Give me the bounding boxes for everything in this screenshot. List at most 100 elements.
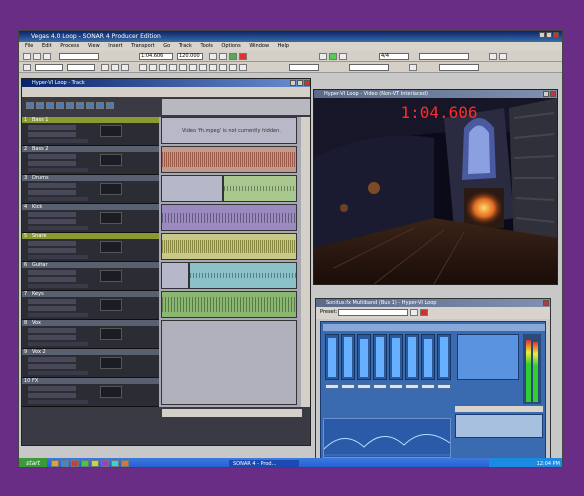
track-tool-icon[interactable] [36, 102, 44, 109]
band-strip[interactable] [405, 334, 419, 380]
band-strip[interactable] [373, 334, 387, 380]
track-pan[interactable] [28, 248, 76, 253]
menu-item-process[interactable]: Process [60, 43, 79, 49]
track-input[interactable] [28, 255, 88, 259]
track-volume[interactable] [28, 357, 76, 362]
stop-icon[interactable] [219, 53, 227, 60]
menu-item-track[interactable]: Track [179, 43, 192, 49]
quicklaunch-icon[interactable] [81, 460, 89, 467]
menu-item-help[interactable]: Help [278, 43, 289, 49]
track-tool-icon[interactable] [26, 102, 34, 109]
track-header[interactable]: 9 Vox 2 [22, 349, 159, 378]
track-volume[interactable] [28, 328, 76, 333]
key-field[interactable] [349, 64, 389, 71]
tempo-field[interactable]: 120.000 [177, 53, 203, 60]
menu-item-tools[interactable]: Tools [201, 43, 213, 49]
track-input[interactable] [28, 226, 88, 230]
staff-icon[interactable] [169, 64, 177, 71]
end-field[interactable] [67, 64, 95, 71]
punch-icon[interactable] [329, 53, 337, 60]
erase-tool-icon[interactable] [111, 64, 119, 71]
track-volume[interactable] [28, 299, 76, 304]
mixer-icon[interactable] [149, 64, 157, 71]
band-gain-field[interactable] [373, 384, 387, 389]
track-name[interactable]: FX [32, 378, 38, 384]
band-gain-field[interactable] [437, 384, 451, 389]
track-input[interactable] [28, 197, 88, 201]
track-input[interactable] [28, 284, 88, 288]
track-input[interactable] [28, 313, 88, 317]
menu-item-edit[interactable]: Edit [42, 43, 52, 49]
track-tool-icon[interactable] [86, 102, 94, 109]
audio-clip[interactable] [161, 146, 297, 173]
sync-field[interactable] [439, 64, 479, 71]
band-gain-field[interactable] [405, 384, 419, 389]
track-tool-icon[interactable] [46, 102, 54, 109]
band-strip[interactable] [421, 334, 435, 380]
crossover-graph[interactable] [323, 418, 451, 458]
band-strip[interactable] [325, 334, 339, 380]
new-icon[interactable] [23, 53, 31, 60]
audio-clip[interactable] [161, 175, 223, 202]
track-volume[interactable] [28, 212, 76, 217]
midi-clip[interactable] [161, 204, 297, 231]
track-name[interactable]: Keys [32, 291, 44, 297]
time-field[interactable]: 1:04.606 [139, 53, 173, 60]
quicklaunch-icon[interactable] [111, 460, 119, 467]
band-strip[interactable] [437, 334, 451, 380]
audio-clip[interactable] [161, 233, 297, 260]
track-tool-icon[interactable] [56, 102, 64, 109]
loop-construction-icon[interactable] [189, 64, 197, 71]
track-header[interactable]: 3 Drums [22, 175, 159, 204]
track-volume[interactable] [28, 386, 76, 391]
track-header[interactable]: 2 Bass 2 [22, 146, 159, 175]
rewind-icon[interactable] [209, 53, 217, 60]
fx-icon[interactable] [139, 64, 147, 71]
track-input[interactable] [28, 139, 88, 143]
track-window-minimize-button[interactable] [290, 80, 296, 86]
band-strip[interactable] [357, 334, 371, 380]
track-name[interactable]: Kick [32, 204, 42, 210]
metronome-icon[interactable] [339, 53, 347, 60]
track-header[interactable]: 4 Kick [22, 204, 159, 233]
track-tool-icon[interactable] [66, 102, 74, 109]
quicklaunch-icon[interactable] [61, 460, 69, 467]
audio-clip[interactable] [161, 262, 189, 289]
audio-engine-icon[interactable] [409, 64, 417, 71]
track-name[interactable]: Drums [32, 175, 49, 181]
record-icon[interactable] [239, 53, 247, 60]
minimize-button[interactable] [539, 32, 545, 38]
video-window-close-button[interactable] [550, 91, 556, 97]
menu-item-insert[interactable]: Insert [108, 43, 122, 49]
track-volume[interactable] [28, 183, 76, 188]
track-tool-icon[interactable] [76, 102, 84, 109]
track-pan[interactable] [28, 219, 76, 224]
track-name[interactable]: Snare [32, 233, 46, 239]
horizontal-scrollbar[interactable] [162, 409, 302, 417]
band-gain-field[interactable] [421, 384, 435, 389]
track-pan[interactable] [28, 277, 76, 282]
track-window-close-button[interactable] [304, 80, 310, 86]
track-volume[interactable] [28, 270, 76, 275]
track-pan[interactable] [28, 161, 76, 166]
select-tool-icon[interactable] [23, 64, 31, 71]
preset-dropdown[interactable] [338, 309, 408, 316]
event-list-icon[interactable] [179, 64, 187, 71]
track-pan[interactable] [28, 335, 76, 340]
track-header[interactable]: 6 Guitar [22, 262, 159, 291]
track-volume[interactable] [28, 241, 76, 246]
mixer-window-close-button[interactable] [543, 300, 549, 306]
track-header[interactable]: 7 Keys [22, 291, 159, 320]
audio-clip[interactable] [189, 262, 297, 289]
band-gain-field[interactable] [389, 384, 403, 389]
track-pan[interactable] [28, 364, 76, 369]
track-input[interactable] [28, 371, 88, 375]
video-icon[interactable] [199, 64, 207, 71]
quicklaunch-icon[interactable] [51, 460, 59, 467]
synth-rack-icon[interactable] [219, 64, 227, 71]
empty-track-area[interactable] [161, 320, 297, 405]
band-gain-field[interactable] [357, 384, 371, 389]
quicklaunch-icon[interactable] [71, 460, 79, 467]
timeline-ruler[interactable] [162, 99, 310, 115]
split-tool-icon[interactable] [121, 64, 129, 71]
